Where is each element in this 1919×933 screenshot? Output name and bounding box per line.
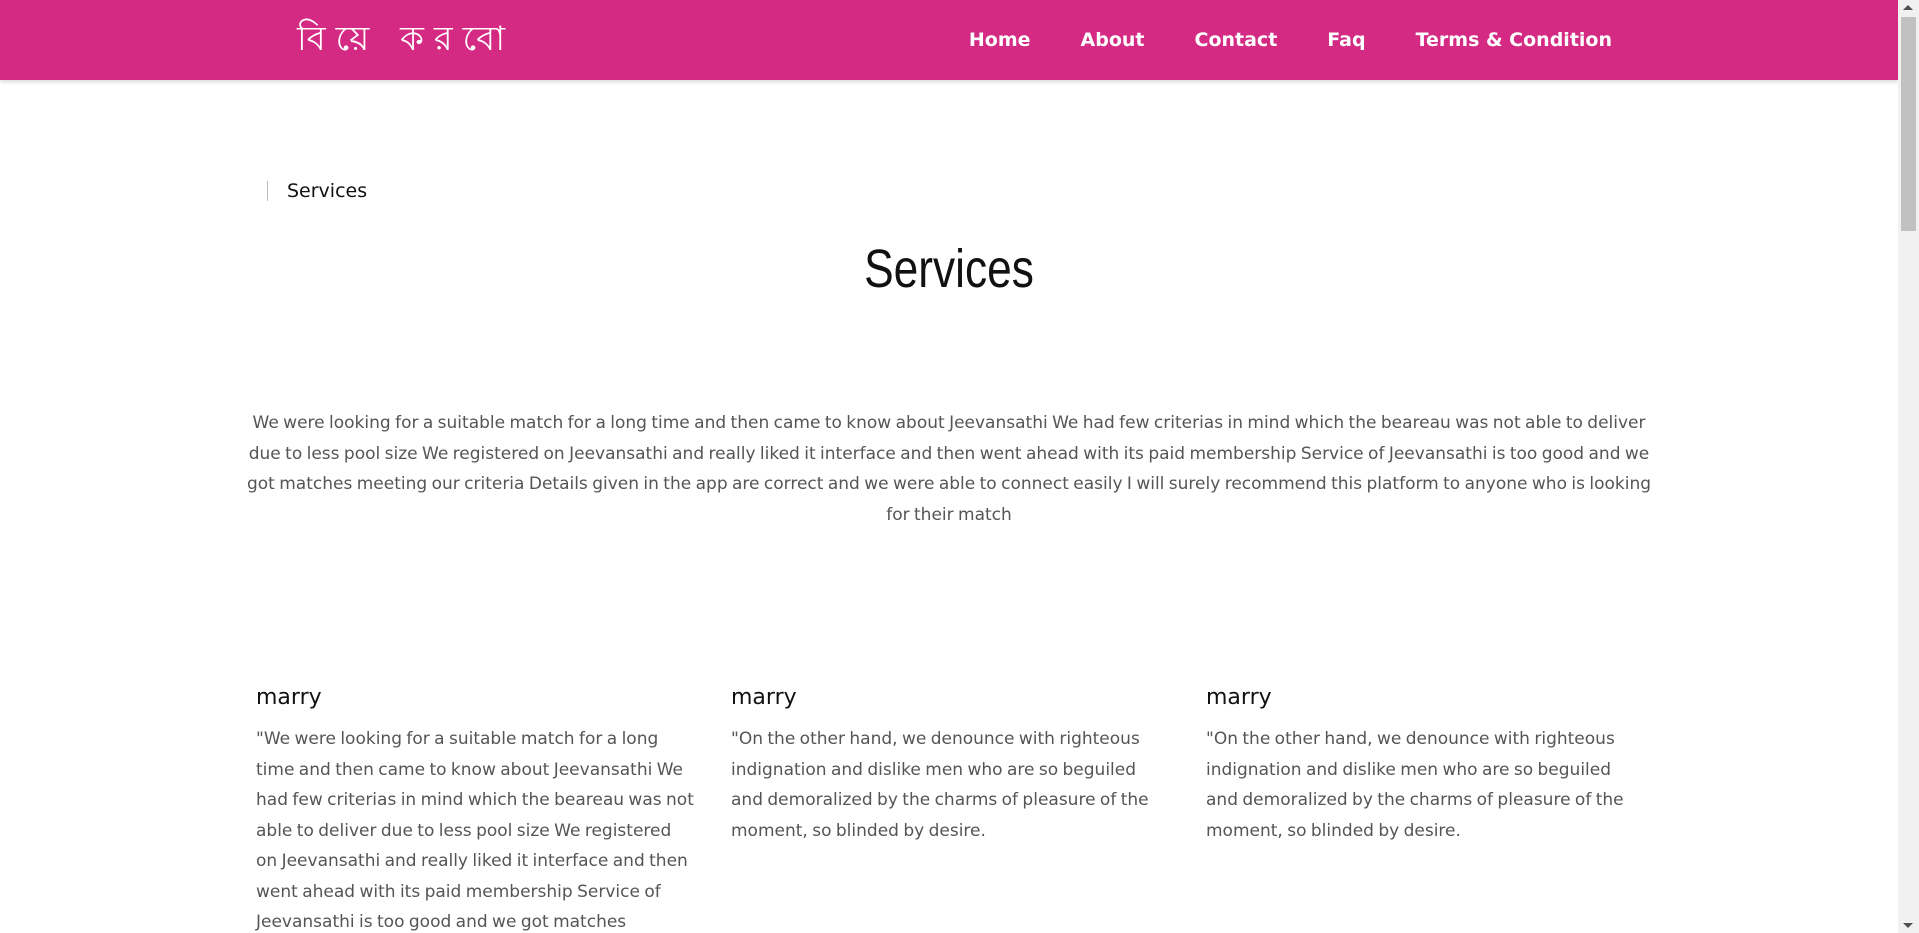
card-text: "On the other hand, we denounce with rig…	[1206, 729, 1624, 841]
main-nav: Home About Contact Faq Terms & Condition	[919, 0, 1612, 80]
scroll-down-arrow-icon[interactable]	[1903, 923, 1913, 928]
intro-paragraph: We were looking for a suitable match for…	[246, 413, 1652, 525]
service-card-3: marry "On the other hand, we denounce wi…	[1206, 685, 1646, 846]
scroll-thumb[interactable]	[1901, 17, 1916, 231]
card-title: marry	[731, 685, 797, 710]
nav-home[interactable]: Home	[969, 29, 1031, 51]
breadcrumb: Services	[267, 180, 367, 202]
scroll-up-arrow-icon[interactable]	[1903, 5, 1913, 10]
card-title: marry	[256, 685, 322, 710]
vertical-scrollbar[interactable]	[1898, 0, 1919, 933]
breadcrumb-current: Services	[287, 180, 368, 202]
page-title: Services	[864, 239, 1034, 299]
card-title: marry	[1206, 685, 1272, 710]
service-card-2: marry "On the other hand, we denounce wi…	[731, 685, 1171, 846]
breadcrumb-separator	[267, 181, 268, 201]
nav-contact[interactable]: Contact	[1195, 29, 1278, 51]
page: বিয়ে করবো Home About Contact Faq Terms …	[0, 0, 1898, 933]
site-header: বিয়ে করবো Home About Contact Faq Terms …	[0, 0, 1898, 80]
site-logo[interactable]: বিয়ে করবো	[297, 14, 515, 64]
nav-terms[interactable]: Terms & Condition	[1416, 29, 1612, 51]
card-text: "We were looking for a suitable match fo…	[256, 729, 694, 932]
service-card-1: marry "We were looking for a suitable ma…	[256, 685, 696, 933]
card-text: "On the other hand, we denounce with rig…	[731, 729, 1149, 841]
nav-faq[interactable]: Faq	[1327, 29, 1365, 51]
nav-about[interactable]: About	[1081, 29, 1145, 51]
